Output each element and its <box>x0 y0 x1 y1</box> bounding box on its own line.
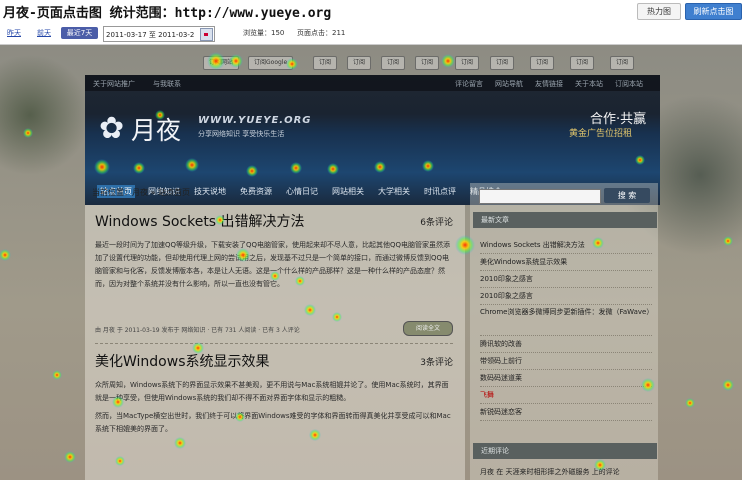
latest-post-link[interactable]: 2010印象之感言 <box>480 288 652 305</box>
nav-item[interactable]: 技天说地 <box>191 185 229 198</box>
click-count: 页面点击：211 <box>297 29 346 37</box>
last-7-days-button[interactable]: 最近7天 <box>61 27 98 39</box>
top-nav-item[interactable]: 评论留言 <box>455 79 483 89</box>
latest-posts-list: Windows Sockets 出错解决方法 美化Windows系统显示效果 2… <box>480 237 652 421</box>
page-title: 月夜-页面点击图 统计范围：http://www.yueye.org <box>3 6 332 21</box>
latest-post-link[interactable]: 飞舞 <box>480 387 652 404</box>
post-title[interactable]: 美化Windows系统显示效果 <box>95 351 270 371</box>
latest-post-link[interactable]: Windows Sockets 出错解决方法 <box>480 237 652 254</box>
latest-posts-header: 最新文章 <box>473 212 657 228</box>
nav-item[interactable]: 免费资源 <box>237 185 275 198</box>
day-before-link[interactable]: 前天 <box>37 28 51 38</box>
latest-post-link[interactable]: 2010印象之感言 <box>480 271 652 288</box>
filter-bar: 昨天 前天 最近7天 2011-03-17 至 2011-03-2 浏览量：15… <box>0 22 742 45</box>
search-input[interactable] <box>479 189 601 204</box>
pageview-count: 浏览量：150 <box>243 29 285 37</box>
site-top-nav: 关于网站推广 与我联系 评论留言 网站导航 友情链接 关于本站 订阅本站 <box>85 75 660 91</box>
post-list: Windows Sockets 出错解决方法 6条评论 最近一段时间为了加速QQ… <box>85 205 465 480</box>
subscribe-label[interactable]: 订阅网站 <box>203 56 240 70</box>
subscribe-label[interactable]: 订阅 <box>570 56 595 70</box>
subscribe-label[interactable]: 订阅 <box>490 56 515 70</box>
subscribe-bar: 订阅网站 订阅Google 订阅 订阅 订阅 订阅 订阅 订阅 订阅 订阅 订阅 <box>85 50 660 72</box>
subscribe-label[interactable]: 订阅 <box>415 56 440 70</box>
latest-post-link[interactable]: Chrome浏览器多微博同步更新插件：发微（FaWave） <box>480 305 652 336</box>
recent-comments-header: 近期评论 <box>473 443 657 459</box>
post-paragraph: 众所周知，Windows系统下的界面显示效果不甚美观，更不用说与Mac系统相媲并… <box>95 381 449 402</box>
latest-post-link[interactable]: 腾讯软的改善 <box>480 336 652 353</box>
post-comment-count[interactable]: 6条评论 <box>420 215 453 228</box>
post-paragraph: 最近一段时间为了加速QQ等级升级，下载安装了QQ电脑管家，使用起来却不尽人意，比… <box>95 241 451 288</box>
latest-post-link[interactable]: 新锐码迷恋客 <box>480 404 652 421</box>
post-meta: 由 月夜 于 2011-03-19 发布于 网络知识 · 已有 731 人阅读 … <box>95 327 300 334</box>
top-nav-item[interactable]: 关于网站推广 <box>93 79 135 89</box>
heatmap-toolbar: 月夜-页面点击图 统计范围：http://www.yueye.org 热力图 刷… <box>0 0 742 23</box>
top-nav-item[interactable]: 友情链接 <box>535 79 563 89</box>
post-divider <box>95 343 453 344</box>
subscribe-label[interactable]: 订阅 <box>381 56 406 70</box>
yesterday-link[interactable]: 昨天 <box>7 28 21 38</box>
sidebar: 搜 索 最新文章 Windows Sockets 出错解决方法 美化Window… <box>470 183 658 480</box>
breadcrumb: 当前位置：月夜 » 站点首页 <box>92 188 190 197</box>
calendar-icon[interactable] <box>200 28 213 41</box>
post-title[interactable]: Windows Sockets 出错解决方法 <box>95 211 305 231</box>
nav-item[interactable]: 大学相关 <box>375 185 413 198</box>
widget-title: 近期评论 <box>481 447 509 455</box>
search-button[interactable]: 搜 索 <box>604 188 650 203</box>
logo-tagline: 分享网络知识 享受快乐生活 <box>198 130 285 138</box>
subscribe-label[interactable]: 订阅 <box>347 56 372 70</box>
subscribe-label[interactable]: 订阅 <box>530 56 555 70</box>
top-nav-item[interactable]: 关于本站 <box>575 79 603 89</box>
nav-item[interactable]: 网站相关 <box>329 185 367 198</box>
post-item: 美化Windows系统显示效果 3条评论 众所周知，Windows系统下的界面显… <box>91 345 459 480</box>
read-more-button[interactable]: 阅读全文 <box>403 321 453 336</box>
logo-url: WWW.YUEYE.ORG <box>198 115 312 126</box>
latest-post-link[interactable]: 数码码迷道莱 <box>480 370 652 387</box>
subscribe-label[interactable]: 订阅 <box>313 56 338 70</box>
ad-slogan-sub[interactable]: 黄金广告位招租 <box>569 126 632 139</box>
subscribe-label[interactable]: 订阅Google <box>248 56 294 70</box>
logo-flower-icon: ✿ <box>99 111 125 146</box>
latest-post-link[interactable]: 带领码上前行 <box>480 353 652 370</box>
top-nav-item[interactable]: 网站导航 <box>495 79 523 89</box>
top-nav-item[interactable]: 订阅本站 <box>615 79 643 89</box>
ad-slogan: 合作·共赢 <box>590 112 647 127</box>
subscribe-label[interactable]: 订阅 <box>455 56 480 70</box>
date-range-value: 2011-03-17 至 2011-03-2 <box>106 31 195 39</box>
page-screenshot: 订阅网站 订阅Google 订阅 订阅 订阅 订阅 订阅 订阅 订阅 订阅 订阅… <box>0 45 742 480</box>
nav-item[interactable]: 时讯点评 <box>421 185 459 198</box>
widget-title: 最新文章 <box>481 216 509 224</box>
post-excerpt: 最近一段时间为了加速QQ等级升级，下载安装了QQ电脑管家，使用起来却不尽人意，比… <box>95 239 453 296</box>
heatmap-button[interactable]: 热力图 <box>637 3 681 20</box>
subscribe-label[interactable]: 订阅 <box>610 56 635 70</box>
site-logo[interactable]: 月夜 <box>131 111 181 147</box>
post-excerpt: 众所周知，Windows系统下的界面显示效果不甚美观，更不用说与Mac系统相媲并… <box>95 379 453 441</box>
date-range-input[interactable]: 2011-03-17 至 2011-03-2 <box>103 26 215 42</box>
nav-item[interactable]: 心情日记 <box>283 185 321 198</box>
refresh-clickmap-button[interactable]: 刷新点击图 <box>685 3 742 20</box>
post-item: Windows Sockets 出错解决方法 6条评论 最近一段时间为了加速QQ… <box>91 205 459 345</box>
recent-comment[interactable]: 月夜 在 天涯来时相形摔之外磁服务 上的评论 <box>480 467 620 477</box>
post-paragraph: 然而，当MacType横空出世时，我们终于可以将界面Windows难受的字体和界… <box>95 412 451 433</box>
latest-post-link[interactable]: 美化Windows系统显示效果 <box>480 254 652 271</box>
top-nav-item[interactable]: 与我联系 <box>153 79 181 89</box>
post-comment-count[interactable]: 3条评论 <box>420 355 453 368</box>
